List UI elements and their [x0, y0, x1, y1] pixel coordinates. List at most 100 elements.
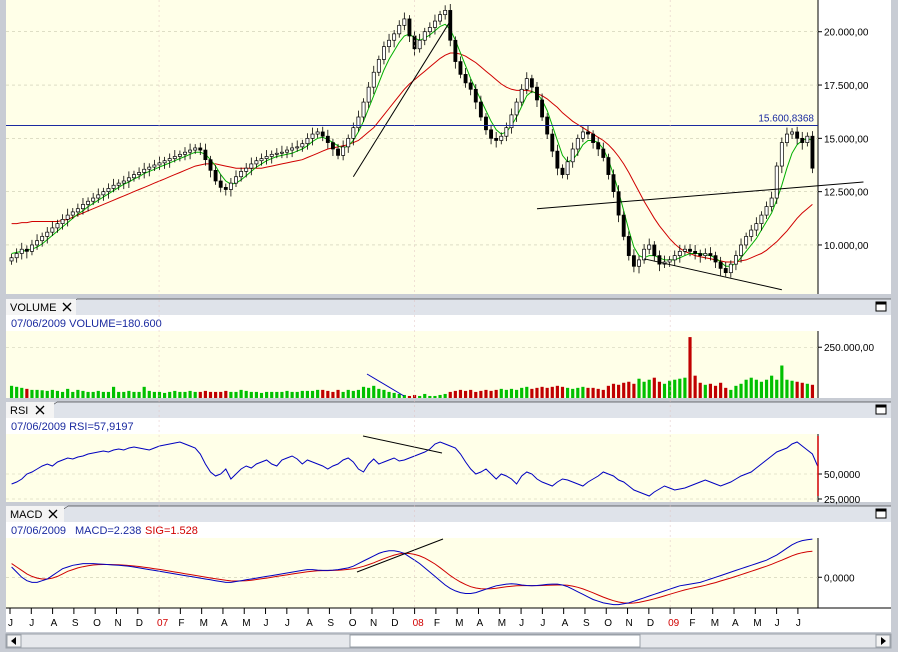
- volume-bar: [555, 385, 559, 398]
- candle-body: [285, 149, 289, 153]
- candle-body: [336, 148, 340, 156]
- volume-bar: [479, 390, 483, 398]
- candle-body: [611, 174, 616, 192]
- volume-bar: [627, 381, 631, 398]
- x-tick-label: O: [349, 618, 357, 629]
- candle-body: [422, 31, 427, 41]
- candle-body: [703, 253, 708, 256]
- volume-bar: [678, 378, 682, 398]
- candle-body: [402, 18, 407, 26]
- volume-bar: [81, 390, 85, 398]
- candle-body: [642, 248, 647, 261]
- maximize-icon[interactable]: [875, 508, 887, 519]
- macd-plot-area[interactable]: [6, 538, 818, 608]
- candle-body: [376, 59, 381, 73]
- arrow-right-icon[interactable]: [875, 634, 891, 648]
- rsi-plot-area[interactable]: [6, 434, 818, 502]
- candle-body: [111, 184, 116, 189]
- volume-bar: [520, 387, 524, 398]
- rsi-header: [6, 402, 891, 418]
- horizontal-scrollbar[interactable]: [5, 633, 892, 649]
- candle-body: [361, 101, 366, 118]
- candle-body: [652, 244, 657, 256]
- volume-bar: [310, 390, 315, 398]
- candle-body: [356, 116, 361, 129]
- candle-body: [392, 33, 397, 41]
- candle-body: [259, 158, 264, 162]
- candle-body: [591, 133, 596, 143]
- volume-bar: [111, 386, 116, 398]
- candle-body: [800, 137, 805, 143]
- volume-bar: [290, 391, 294, 398]
- volume-bar: [453, 390, 457, 398]
- volume-bar: [214, 391, 218, 398]
- candle-body: [754, 223, 759, 231]
- candle-body: [366, 86, 371, 103]
- volume-bar: [239, 389, 243, 398]
- volume-bar: [178, 391, 182, 398]
- x-tick-label: O: [93, 618, 101, 629]
- candle-body: [116, 182, 121, 186]
- candle-body: [218, 180, 223, 188]
- volume-bar: [545, 387, 549, 398]
- macd-panel: MACD 07/06/2009 MACD=2.238 SIG=1.528 0,0…: [6, 505, 891, 608]
- volume-bar: [785, 379, 789, 398]
- x-tick-label: N: [370, 618, 377, 629]
- candle-body: [320, 131, 325, 137]
- volume-bar: [754, 379, 758, 398]
- candle-body: [774, 165, 779, 199]
- candle-body: [473, 88, 478, 103]
- x-tick-label: M: [711, 618, 719, 629]
- maximize-icon[interactable]: [875, 301, 887, 312]
- candle-body: [121, 180, 126, 184]
- volume-bar: [20, 387, 24, 398]
- volume-bar: [321, 389, 325, 398]
- volume-bar: [708, 383, 713, 398]
- volume-bar: [336, 389, 340, 398]
- volume-bar: [152, 391, 156, 398]
- candle-body: [565, 161, 570, 175]
- x-tick-label: D: [391, 618, 398, 629]
- volume-bar: [642, 381, 646, 398]
- volume-bar: [683, 377, 687, 398]
- volume-bar: [137, 391, 141, 398]
- scrollbar-thumb[interactable]: [349, 634, 641, 648]
- volume-bar: [581, 386, 585, 398]
- candle-body: [693, 251, 698, 254]
- rsi-info: 07/06/2009 RSI=57,9197: [11, 421, 134, 433]
- x-tick-label: F: [434, 618, 440, 629]
- candle-body: [744, 236, 749, 246]
- volume-bar: [693, 375, 697, 398]
- x-tick-label: 08: [413, 618, 425, 629]
- x-tick-label: M: [242, 618, 250, 629]
- volume-bar: [540, 386, 544, 398]
- candle-body: [621, 214, 626, 237]
- price-plot-area[interactable]: [6, 0, 818, 294]
- volume-panel: VOLUME 07/06/2009 VOLUME=180.600 250.000…: [6, 298, 891, 398]
- volume-bar: [514, 389, 519, 398]
- x-tick-label: S: [327, 618, 334, 629]
- macd-signal-value: SIG=1.528: [145, 525, 198, 537]
- price-tick-label: 12.500,00: [824, 188, 869, 199]
- candle-body: [228, 182, 233, 190]
- x-tick-label: M: [455, 618, 463, 629]
- volume-bar: [448, 391, 452, 398]
- candle-body: [137, 172, 142, 175]
- maximize-icon[interactable]: [875, 404, 887, 415]
- x-tick-label: J: [8, 618, 13, 629]
- candle-body: [682, 248, 687, 252]
- candle-body: [14, 253, 19, 259]
- volume-bar: [525, 386, 529, 398]
- volume-bar: [668, 380, 672, 398]
- arrow-left-icon[interactable]: [6, 634, 22, 648]
- candle-body: [723, 268, 728, 274]
- candle-body: [40, 236, 45, 242]
- candle-body: [346, 137, 351, 148]
- candle-body: [234, 176, 238, 184]
- volume-bar: [566, 387, 570, 398]
- candle-body: [606, 157, 611, 175]
- candle-body: [147, 166, 152, 170]
- volume-bar: [224, 390, 228, 398]
- candle-body: [795, 131, 800, 139]
- candle-body: [489, 129, 494, 139]
